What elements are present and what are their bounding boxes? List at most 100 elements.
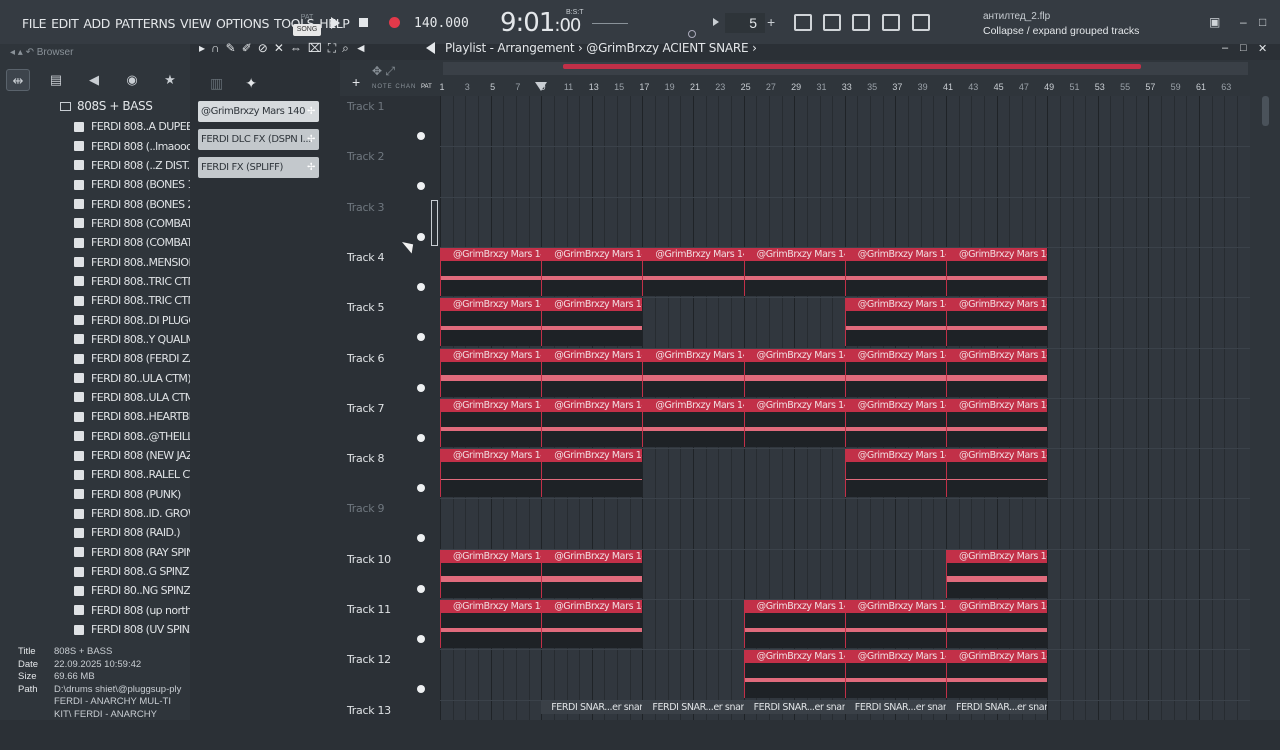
paint-icon[interactable]: ✐ [242, 41, 258, 55]
playlist-maximize-icon[interactable]: □ [1240, 42, 1247, 54]
snap-value[interactable]: 5 [725, 13, 765, 33]
scroll-thumb[interactable] [563, 64, 1141, 69]
audio-clip[interactable]: @GrimBrxzy Mars 140 [844, 600, 946, 648]
audio-clip[interactable]: @GrimBrxzy Mars 140 [541, 298, 643, 347]
snare-clip[interactable]: FERDI SNAR...er snare) [946, 700, 1048, 715]
plugin-picker-icon[interactable] [912, 14, 930, 31]
vertical-scrollbar[interactable] [1250, 96, 1280, 720]
audio-clip[interactable]: @GrimBrxzy Mars 140 [440, 549, 542, 598]
arrow-icon[interactable]: ▸ [199, 41, 211, 55]
playlist-minimize-icon[interactable]: – [1222, 42, 1228, 54]
track-header[interactable]: Track 1 [342, 96, 434, 146]
shop-icon[interactable]: ▣ [1209, 15, 1220, 29]
track-enable-led[interactable] [417, 132, 425, 140]
audio-clip[interactable]: @GrimBrxzy Mars 140 [642, 348, 744, 397]
audio-clip[interactable]: @GrimBrxzy Mars 140 [541, 348, 643, 397]
audio-clip[interactable]: @GrimBrxzy Mars 140 [440, 600, 542, 648]
track-enable-led[interactable] [417, 484, 425, 493]
playlist-back-icon[interactable] [426, 42, 435, 54]
channel-rack-icon[interactable] [852, 14, 870, 31]
track-group-handle[interactable] [431, 200, 438, 246]
audio-clip[interactable]: @GrimBrxzy Mars 140 [844, 298, 946, 347]
speaker-tab-icon[interactable]: ◀ [82, 69, 106, 91]
track-enable-led[interactable] [417, 534, 425, 543]
audio-clip[interactable]: @GrimBrxzy Mars 140 [642, 247, 744, 296]
menu-patterns[interactable]: PATTERNS [115, 16, 175, 31]
piano-icon[interactable]: ▥ [210, 75, 223, 91]
master-volume-slider[interactable] [592, 23, 628, 24]
zoom-icon[interactable]: ⌕ [342, 41, 355, 55]
track-header[interactable]: Track 12 [342, 649, 434, 699]
audio-clip[interactable]: @GrimBrxzy Mars 140 [844, 247, 946, 296]
menu-file[interactable]: FILE [22, 16, 47, 31]
audio-clip[interactable]: @GrimBrxzy Mars 140 [844, 449, 946, 498]
folder-808s-bass[interactable]: 808S + BASS [60, 99, 153, 113]
pat-song-toggle[interactable]: PAT SONG [293, 12, 321, 36]
audio-clip[interactable]: @GrimBrxzy Mars 140 [946, 298, 1048, 347]
audio-clip[interactable]: @GrimBrxzy Mars 140 [440, 298, 542, 347]
pattern-item[interactable]: FERDI FX (SPLIFF) ✢ [198, 157, 319, 178]
track-enable-led[interactable] [417, 685, 425, 694]
track-header[interactable]: Track 4 [342, 247, 434, 297]
track-enable-led[interactable] [417, 383, 425, 392]
mixer-icon[interactable] [882, 14, 900, 31]
track-enable-led[interactable] [417, 282, 425, 291]
audio-clip[interactable]: @GrimBrxzy Mars 140 [743, 600, 845, 648]
menu-view[interactable]: VIEW [180, 16, 211, 31]
audio-icon[interactable]: ✦ [245, 75, 257, 91]
track-header[interactable]: Track 11 [342, 599, 434, 649]
pencil-icon[interactable]: ✎ [226, 41, 242, 55]
audio-clip[interactable]: @GrimBrxzy Mars 140 [946, 549, 1048, 598]
snare-clip[interactable]: FERDI SNAR...er snare) [642, 700, 744, 715]
track-header[interactable]: Track 6 [342, 348, 434, 398]
track-header[interactable]: Track 5 [342, 297, 434, 347]
playhead-marker[interactable] [535, 82, 547, 91]
audio-clip[interactable]: @GrimBrxzy Mars 140 [541, 398, 643, 447]
slip-icon[interactable]: ⇔ [290, 41, 308, 55]
audio-clip[interactable]: @GrimBrxzy Mars 140 [440, 247, 542, 296]
track-header[interactable]: Track 10 [342, 549, 434, 599]
playlist-close-icon[interactable]: ✕ [1258, 42, 1267, 55]
snap-arrow-icon[interactable] [713, 18, 719, 26]
audio-clip[interactable]: @GrimBrxzy Mars 140 [541, 600, 643, 648]
play-button[interactable] [331, 17, 340, 29]
audio-clip[interactable]: @GrimBrxzy Mars 140 [946, 449, 1048, 498]
mute-icon[interactable]: ✕ [274, 41, 290, 55]
menu-add[interactable]: ADD [83, 16, 110, 31]
track-header[interactable]: Track 7 [342, 398, 434, 448]
audio-clip[interactable]: @GrimBrxzy Mars 140 [541, 449, 643, 498]
record-button[interactable] [389, 17, 400, 28]
playlist-window-icon[interactable] [794, 14, 812, 31]
audio-clip[interactable]: @GrimBrxzy Mars 140 [642, 398, 744, 447]
snare-clip[interactable]: FERDI SNAR...er snare) [743, 700, 845, 715]
timeline-ruler[interactable]: 1 3 5 7 9 11 13 15 17 19 21 23 25 27 29 31 33 35 37 39 41 43 4… [439, 80, 1250, 94]
magnet-icon[interactable]: ∩ [211, 41, 226, 55]
track-header[interactable]: Track 3 [342, 197, 434, 247]
audio-clip[interactable]: @GrimBrxzy Mars 140 [440, 348, 542, 397]
piano-roll-icon[interactable] [823, 14, 841, 31]
add-track-icon[interactable]: + [352, 74, 360, 90]
menu-edit[interactable]: EDIT [51, 16, 79, 31]
track-header[interactable]: Track 8 [342, 448, 434, 498]
audio-clip[interactable]: @GrimBrxzy Mars 140 [743, 650, 845, 699]
stop-button[interactable] [359, 18, 368, 27]
audio-clip[interactable]: @GrimBrxzy Mars 140 [946, 247, 1048, 296]
audio-clip[interactable]: @GrimBrxzy Mars 140 [844, 650, 946, 699]
audio-clip[interactable]: @GrimBrxzy Mars 140 [440, 449, 542, 498]
audio-clip[interactable]: @GrimBrxzy Mars 140 [541, 549, 643, 598]
arrangement-grid[interactable]: @GrimBrxzy Mars 140@GrimBrxzy Mars 140@G… [440, 96, 1250, 720]
select-icon[interactable]: ⛶ [328, 41, 342, 55]
track-enable-led[interactable] [417, 182, 425, 191]
snare-clip[interactable]: FERDI SNAR...er snare) [541, 700, 643, 715]
pattern-item[interactable]: FERDI DLC FX (DSPN I... ✢ [198, 129, 319, 150]
track-enable-led[interactable] [417, 433, 425, 442]
audio-clip[interactable]: @GrimBrxzy Mars 140 [541, 247, 643, 296]
slice-icon[interactable]: ⌧ [308, 41, 328, 55]
audio-clip[interactable]: @GrimBrxzy Mars 140 [844, 398, 946, 447]
track-header[interactable]: Track 9 [342, 498, 434, 548]
pitch-knob[interactable] [688, 30, 696, 38]
horizontal-scrollbar[interactable] [443, 62, 1248, 75]
tempo-display[interactable]: 140.000 [414, 16, 469, 31]
delete-icon[interactable]: ⊘ [258, 41, 274, 55]
files-tab-icon[interactable]: ▤ [44, 69, 68, 91]
